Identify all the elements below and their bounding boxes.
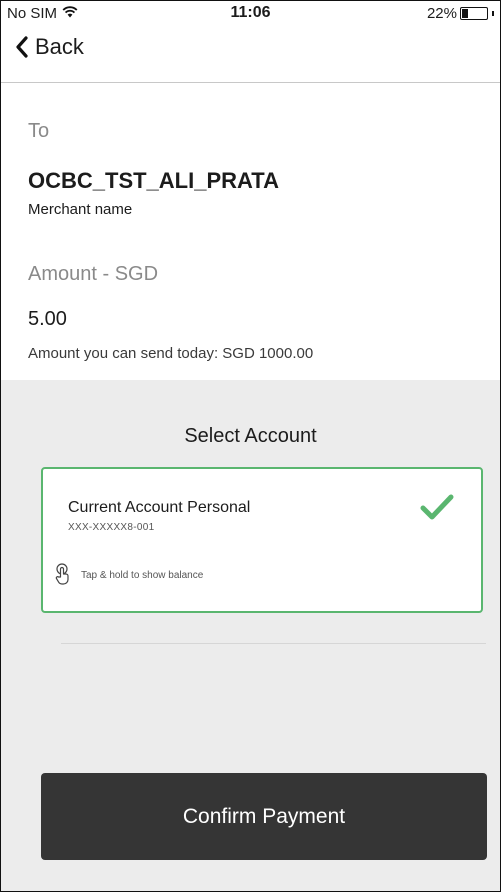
payment-details: To OCBC_TST_ALI_PRATA Merchant name Amou… <box>1 83 500 380</box>
back-button[interactable]: Back <box>15 34 84 60</box>
account-number: XXX-XXXXX8-001 <box>68 522 155 533</box>
amount-value: 5.00 <box>28 308 67 330</box>
amount-label: Amount - SGD <box>28 263 159 285</box>
app-screen: No SIM 11:06 22% Back To OCBC_TST_ALI_PR… <box>0 0 501 892</box>
send-limit-text: Amount you can send today: SGD 1000.00 <box>28 345 314 362</box>
navigation-bar: Back <box>1 27 500 83</box>
tap-hold-icon <box>53 563 71 588</box>
confirm-payment-button[interactable]: Confirm Payment <box>41 773 487 860</box>
account-card[interactable]: Current Account Personal XXX-XXXXX8-001 … <box>41 467 483 613</box>
merchant-name: OCBC_TST_ALI_PRATA <box>28 168 279 193</box>
account-name: Current Account Personal <box>68 499 251 516</box>
checkmark-icon <box>419 493 455 526</box>
battery-group: 22% <box>427 5 494 22</box>
battery-icon <box>460 7 488 20</box>
battery-tip <box>492 11 494 16</box>
balance-hint-text: Tap & hold to show balance <box>81 570 204 581</box>
clock: 11:06 <box>230 4 271 21</box>
merchant-sublabel: Merchant name <box>28 201 133 218</box>
chevron-left-icon <box>15 36 29 58</box>
back-label: Back <box>35 34 84 59</box>
status-bar: No SIM 11:06 22% <box>1 1 500 27</box>
select-account-title: Select Account <box>184 425 317 447</box>
balance-hint[interactable]: Tap & hold to show balance <box>53 563 203 588</box>
to-label: To <box>28 120 50 142</box>
divider <box>61 643 486 644</box>
battery-percent: 22% <box>426 5 457 22</box>
